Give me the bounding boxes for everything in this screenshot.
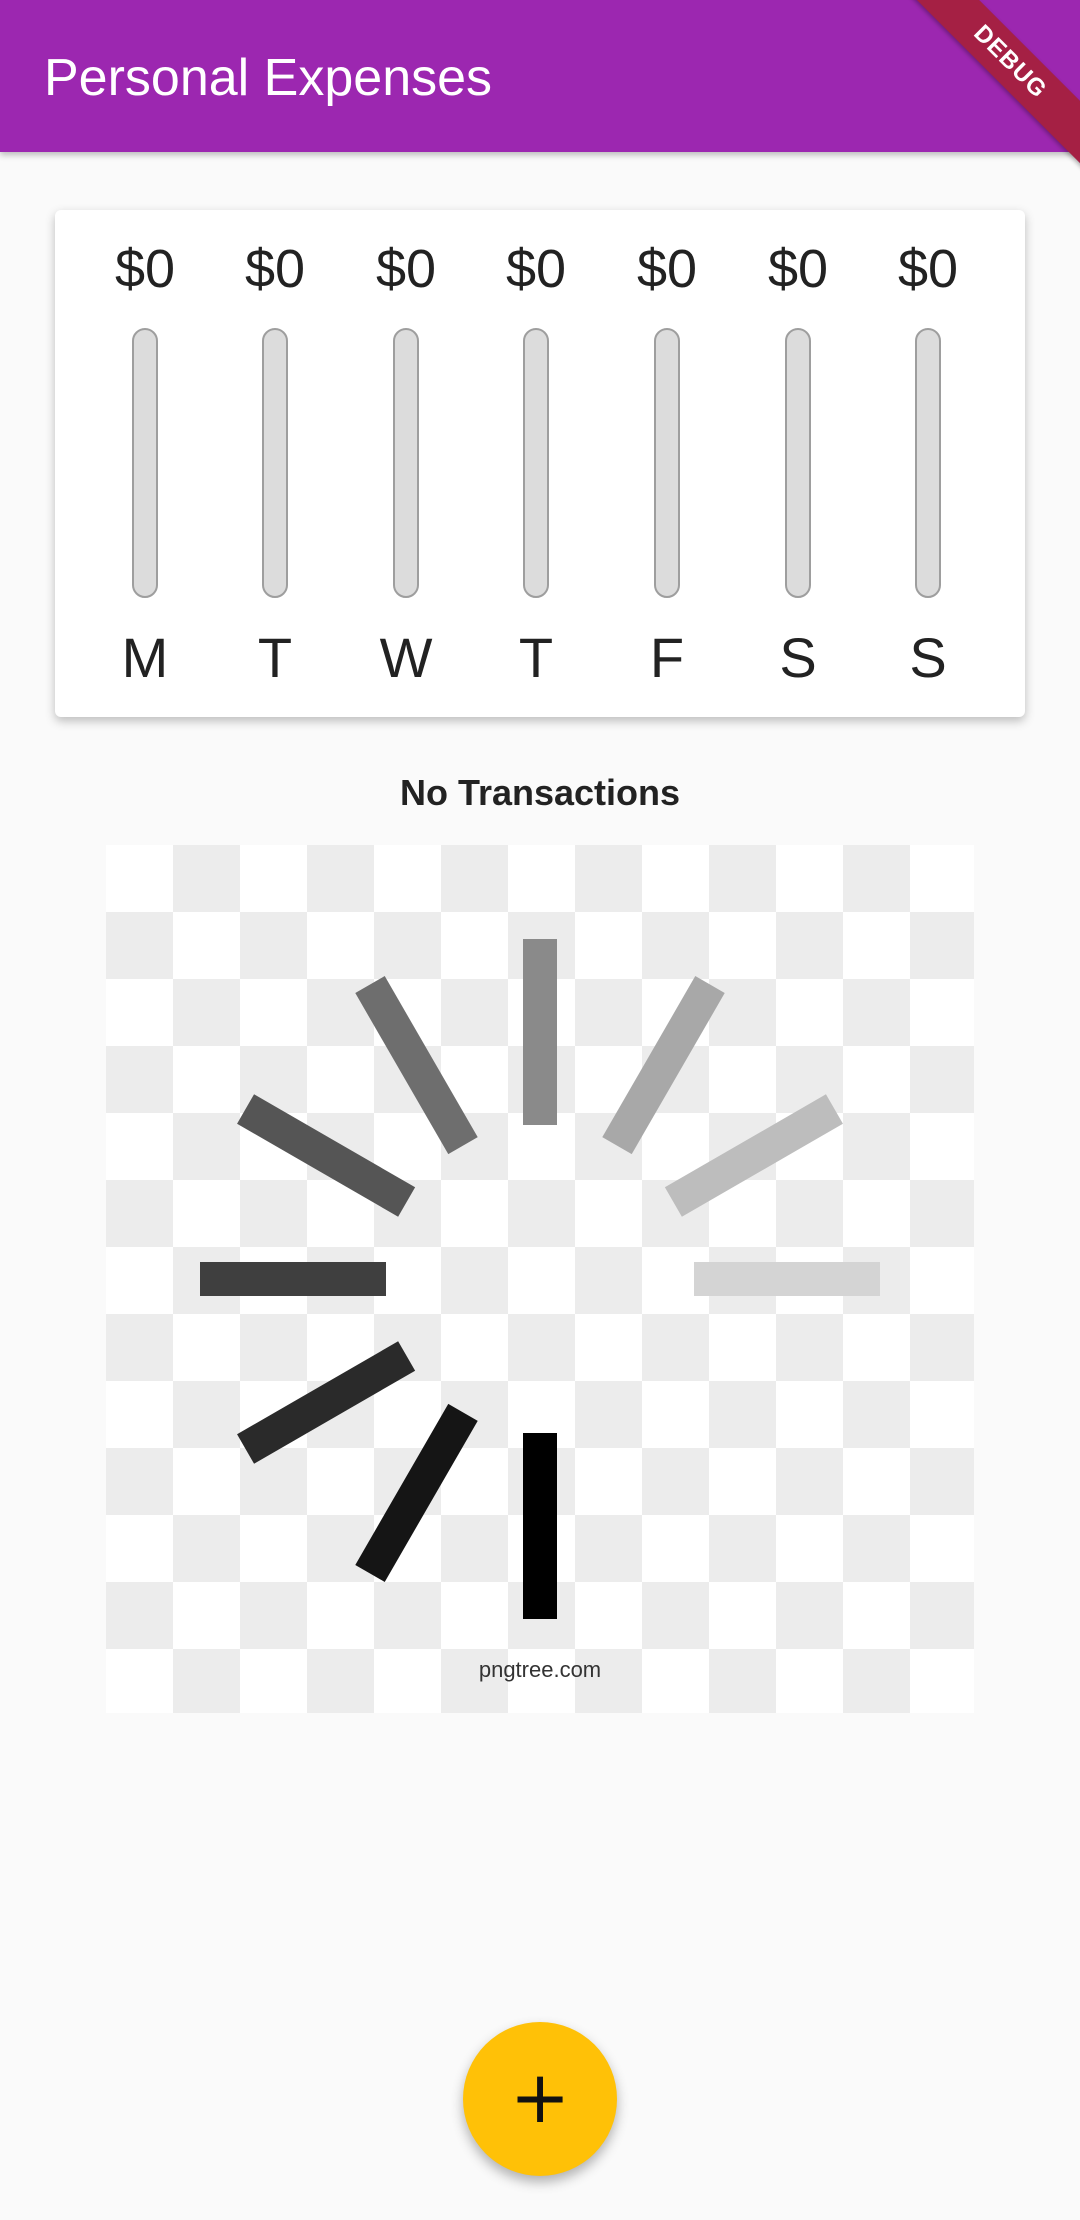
bar-day-label: M (121, 626, 169, 689)
bar-track (523, 328, 549, 598)
bar-day-label: F (649, 626, 685, 689)
bar-track (785, 328, 811, 598)
bar-amount: $0 (897, 239, 959, 299)
chart-bar-saturday: $0 S (738, 210, 858, 717)
chart-bar-wednesday: $0 W (346, 210, 466, 717)
weekly-chart-card: $0 M $0 T $0 W $0 T $0 F $0 S $0 S (55, 210, 1025, 717)
image-watermark: pngtree.com (478, 1657, 602, 1682)
chart-bar-thursday: $0 T (476, 210, 596, 717)
bar-amount: $0 (636, 239, 698, 299)
bar-track (654, 328, 680, 598)
chart-bar-sunday: $0 S (868, 210, 988, 717)
bar-amount: $0 (244, 239, 306, 299)
chart-bar-tuesday: $0 T (215, 210, 335, 717)
bar-day-label: W (379, 626, 433, 689)
bar-amount: $0 (114, 239, 176, 299)
plus-icon: + (509, 2055, 571, 2139)
add-transaction-fab[interactable]: + (463, 2022, 617, 2176)
app-bar: Personal Expenses + (0, 0, 1080, 152)
chart-bar-friday: $0 F (607, 210, 727, 717)
bar-day-label: S (779, 626, 817, 689)
bar-track (262, 328, 288, 598)
bar-day-label: T (518, 626, 554, 689)
bar-day-label: S (909, 626, 947, 689)
app-title: Personal Expenses (44, 49, 493, 107)
bar-amount: $0 (505, 239, 567, 299)
bar-amount: $0 (767, 239, 829, 299)
bar-track (915, 328, 941, 598)
waiting-image: pngtree.com (106, 845, 974, 1713)
bar-day-label: T (257, 626, 293, 689)
bar-track (132, 328, 158, 598)
no-transactions-title: No Transactions (399, 772, 681, 813)
bar-track (393, 328, 419, 598)
chart-bar-monday: $0 M (85, 210, 205, 717)
bar-amount: $0 (375, 239, 437, 299)
loading-spinner-icon (200, 939, 880, 1619)
